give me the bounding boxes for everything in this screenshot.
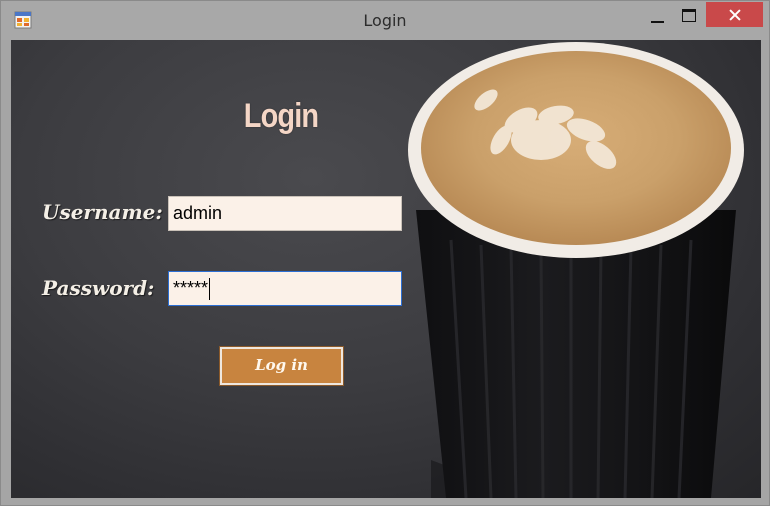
coffee-cup-background-image bbox=[408, 42, 744, 498]
username-label: Username: bbox=[42, 200, 163, 224]
title-bar[interactable]: Login bbox=[1, 1, 769, 40]
password-label: Password: bbox=[42, 276, 155, 300]
close-button[interactable] bbox=[706, 2, 763, 27]
login-button[interactable]: Log in bbox=[219, 346, 344, 386]
text-cursor bbox=[209, 278, 211, 301]
password-value: ***** bbox=[173, 278, 209, 298]
form-client-area: Login Username: admin Password: ***** Lo… bbox=[11, 40, 761, 498]
username-field[interactable]: admin bbox=[168, 196, 402, 231]
password-field[interactable]: ***** bbox=[168, 271, 402, 306]
login-heading: Login bbox=[243, 97, 319, 135]
maximize-button[interactable] bbox=[673, 5, 703, 31]
minimize-button[interactable] bbox=[642, 5, 672, 31]
username-value: admin bbox=[173, 203, 223, 223]
login-window: Login Login Username: admin Password: **… bbox=[0, 0, 770, 506]
